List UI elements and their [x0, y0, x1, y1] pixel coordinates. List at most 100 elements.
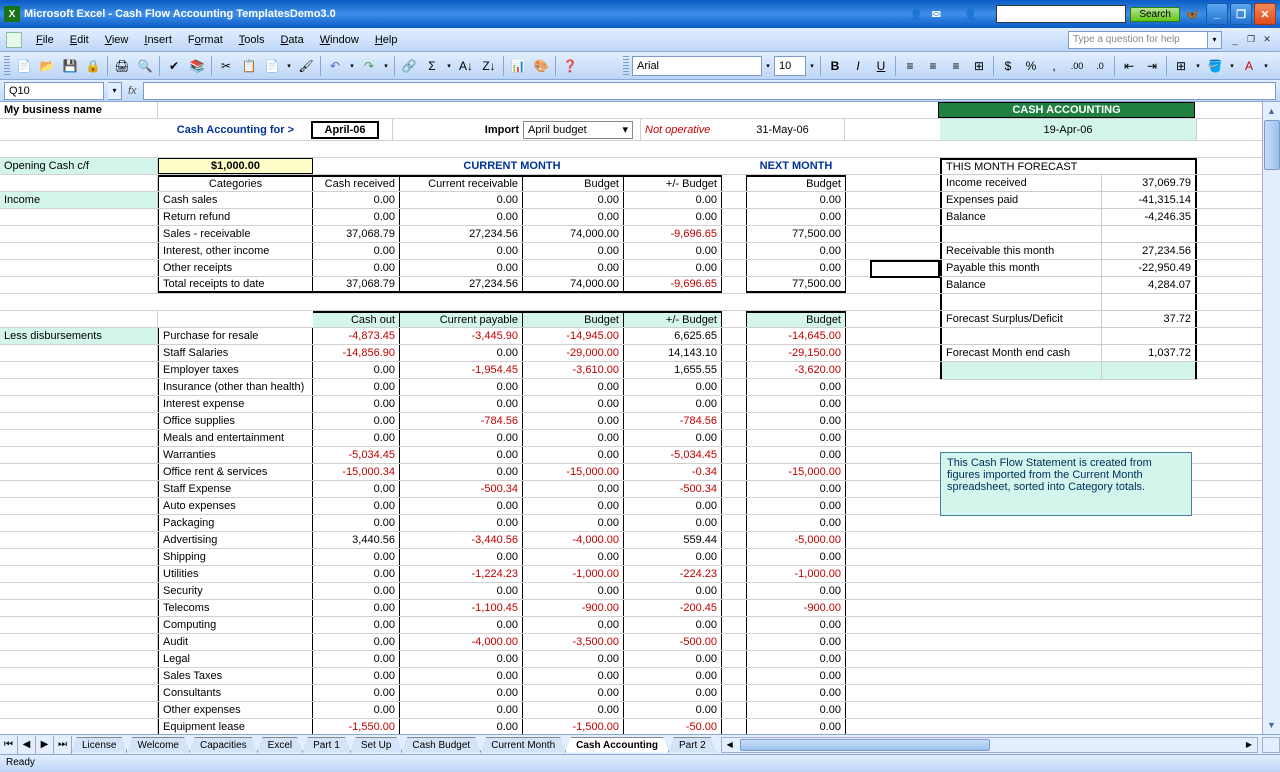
col-next-budget[interactable]: Budget [746, 175, 846, 191]
col-pm-budget2[interactable]: +/- Budget [624, 311, 722, 327]
disb-v5-22[interactable]: 0.00 [746, 702, 846, 718]
menu-insert[interactable]: Insert [136, 31, 180, 49]
disb-v1-15[interactable]: 0.00 [313, 583, 400, 599]
disb-v2-8[interactable]: 0.00 [400, 464, 523, 480]
disb-v3-15[interactable]: 0.00 [523, 583, 624, 599]
disb-v4-15[interactable]: 0.00 [624, 583, 722, 599]
worksheet-area[interactable]: My business name CASH ACCOUNTING Cash Ac… [0, 102, 1280, 734]
tab-prev-button[interactable]: ◀ [18, 736, 36, 754]
fill-color-dropdown[interactable]: ▾ [1227, 55, 1237, 77]
income-section-label[interactable]: Income [0, 192, 158, 208]
menu-edit[interactable]: Edit [62, 31, 97, 49]
tab-last-button[interactable]: ⏭ [54, 736, 72, 754]
disb-v4-6[interactable]: 0.00 [624, 430, 722, 446]
hscroll-right-arrow[interactable]: ▶ [1241, 738, 1257, 752]
disb-cat-10[interactable]: Auto expenses [158, 498, 313, 514]
sheet-tab-part-1[interactable]: Part 1 [302, 737, 351, 753]
tab-next-button[interactable]: ▶ [36, 736, 54, 754]
income-v1-4[interactable]: 0.00 [313, 260, 400, 276]
hscroll-thumb[interactable] [740, 739, 990, 751]
disb-v3-9[interactable]: 0.00 [523, 481, 624, 497]
disb-v5-5[interactable]: 0.00 [746, 413, 846, 429]
autosum-button[interactable]: Σ [421, 55, 443, 77]
help-search-dropdown[interactable]: ▾ [1208, 31, 1222, 49]
sort-desc-button[interactable]: Z↓ [478, 55, 500, 77]
disb-cat-2[interactable]: Employer taxes [158, 362, 313, 378]
disb-v3-11[interactable]: 0.00 [523, 515, 624, 531]
disb-v1-2[interactable]: 0.00 [313, 362, 400, 378]
forecast-label-5[interactable]: Payable this month [940, 260, 1102, 276]
disb-cat-12[interactable]: Advertising [158, 532, 313, 548]
msn-icon[interactable]: 🦋 [1184, 7, 1200, 21]
sheet-tab-welcome[interactable]: Welcome [126, 737, 190, 753]
disb-v2-7[interactable]: 0.00 [400, 447, 523, 463]
disb-v5-9[interactable]: 0.00 [746, 481, 846, 497]
sheet-tab-capacities[interactable]: Capacities [189, 737, 258, 753]
forecast-label-7[interactable] [940, 294, 1102, 310]
disb-v5-3[interactable]: 0.00 [746, 379, 846, 395]
income-cat-2[interactable]: Sales - receivable [158, 226, 313, 242]
menu-window[interactable]: Window [312, 31, 367, 49]
disb-v1-11[interactable]: 0.00 [313, 515, 400, 531]
disb-v2-17[interactable]: 0.00 [400, 617, 523, 633]
font-size-dropdown[interactable]: ▾ [807, 55, 817, 77]
disb-v2-13[interactable]: 0.00 [400, 549, 523, 565]
disb-v5-18[interactable]: 0.00 [746, 634, 846, 650]
disb-v2-11[interactable]: 0.00 [400, 515, 523, 531]
open-button[interactable]: 📂 [36, 55, 58, 77]
income-v1-2[interactable]: 37,068.79 [313, 226, 400, 242]
forecast-label-6[interactable]: Balance [940, 277, 1102, 293]
disb-v5-14[interactable]: -1,000.00 [746, 566, 846, 582]
disb-v2-19[interactable]: 0.00 [400, 651, 523, 667]
income-v4-4[interactable]: 0.00 [624, 260, 722, 276]
disb-v5-16[interactable]: -900.00 [746, 600, 846, 616]
disb-cat-6[interactable]: Meals and entertainment [158, 430, 313, 446]
menu-tools[interactable]: Tools [231, 31, 273, 49]
disb-v3-12[interactable]: -4,000.00 [523, 532, 624, 548]
menu-format[interactable]: Format [180, 31, 231, 49]
forecast-value-0[interactable]: 37,069.79 [1102, 175, 1197, 191]
vertical-scrollbar[interactable]: ▲ ▼ [1262, 102, 1280, 734]
title-search-button[interactable]: Search [1130, 7, 1180, 22]
disb-v5-8[interactable]: -15,000.00 [746, 464, 846, 480]
merge-center-button[interactable]: ⊞ [968, 55, 990, 77]
forecast-label-3[interactable] [940, 226, 1102, 242]
income-v3-3[interactable]: 0.00 [523, 243, 624, 259]
disb-v1-16[interactable]: 0.00 [313, 600, 400, 616]
disb-v1-22[interactable]: 0.00 [313, 702, 400, 718]
forecast-value-2[interactable]: -4,246.35 [1102, 209, 1197, 225]
income-v4-3[interactable]: 0.00 [624, 243, 722, 259]
save-button[interactable]: 💾 [59, 55, 81, 77]
income-v1-3[interactable]: 0.00 [313, 243, 400, 259]
disb-v1-18[interactable]: 0.00 [313, 634, 400, 650]
disb-v4-17[interactable]: 0.00 [624, 617, 722, 633]
window-minimize-button[interactable]: _ [1206, 3, 1228, 25]
disb-cat-20[interactable]: Sales Taxes [158, 668, 313, 684]
disb-v5-11[interactable]: 0.00 [746, 515, 846, 531]
menu-help[interactable]: Help [367, 31, 406, 49]
income-v2-3[interactable]: 0.00 [400, 243, 523, 259]
sheet-tab-cash-budget[interactable]: Cash Budget [401, 737, 481, 753]
disb-cat-8[interactable]: Office rent & services [158, 464, 313, 480]
window-close-button[interactable]: ✕ [1254, 3, 1276, 25]
disb-v4-9[interactable]: -500.34 [624, 481, 722, 497]
autosum-dropdown[interactable]: ▾ [444, 55, 454, 77]
forecast-label-8[interactable]: Forecast Surplus/Deficit [940, 311, 1102, 327]
print-preview-button[interactable]: 🔍 [134, 55, 156, 77]
income-v2-4[interactable]: 0.00 [400, 260, 523, 276]
col-cash-received[interactable]: Cash received [313, 175, 400, 191]
income-v3-1[interactable]: 0.00 [523, 209, 624, 225]
forecast-value-3[interactable] [1102, 226, 1197, 242]
paste-button[interactable]: 📄 [261, 55, 283, 77]
align-left-button[interactable]: ≡ [899, 55, 921, 77]
disb-v2-9[interactable]: -500.34 [400, 481, 523, 497]
sheet-tab-excel[interactable]: Excel [257, 737, 303, 753]
sort-asc-button[interactable]: A↓ [455, 55, 477, 77]
disb-cat-17[interactable]: Computing [158, 617, 313, 633]
redo-button[interactable]: ↷ [358, 55, 380, 77]
disb-cat-15[interactable]: Security [158, 583, 313, 599]
scroll-thumb[interactable] [1264, 120, 1280, 170]
disb-v3-7[interactable]: 0.00 [523, 447, 624, 463]
income-cat-0[interactable]: Cash sales [158, 192, 313, 208]
disb-v5-12[interactable]: -5,000.00 [746, 532, 846, 548]
